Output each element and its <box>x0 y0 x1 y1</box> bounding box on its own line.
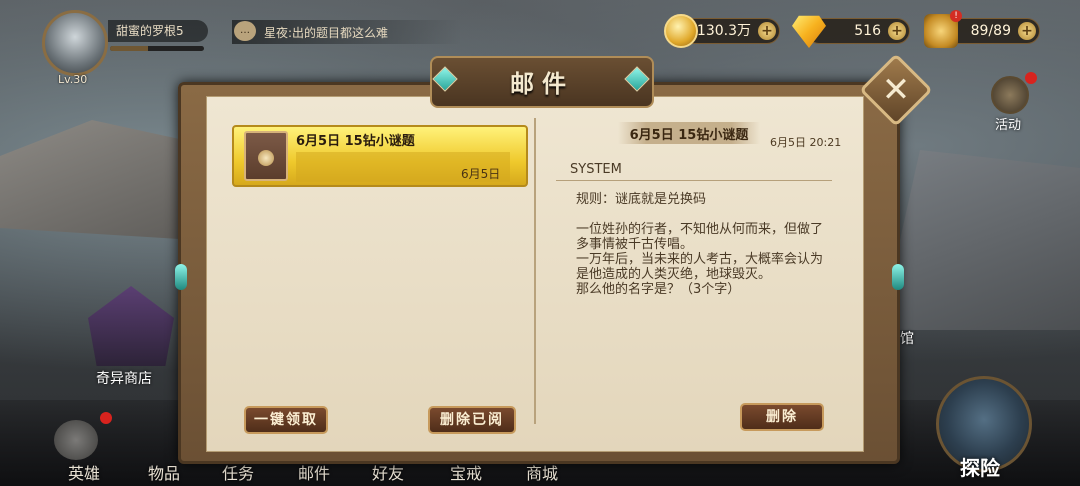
chat-bubble-icon[interactable]: … <box>234 21 256 41</box>
mail-body-line: 那么他的名字是？（3个字） <box>576 282 741 297</box>
notification-dot <box>100 412 112 424</box>
mail-item-title: 6月5日 15钻小谜题 <box>296 134 415 149</box>
mail-sender: SYSTEM <box>570 162 622 177</box>
dialog-title: 邮件 <box>510 70 574 98</box>
close-icon[interactable]: ✕ <box>870 64 922 116</box>
chat-message: 星夜:出的题目都这么难 <box>264 26 389 40</box>
player-level: Lv.30 <box>58 73 88 86</box>
building-label[interactable]: 馆 <box>900 328 914 348</box>
stamina-value: 89/89 <box>970 23 1011 39</box>
stamina-icon <box>924 10 962 48</box>
activity-icon <box>991 76 1029 114</box>
shop-label[interactable]: 奇异商店 <box>96 368 152 388</box>
delete-read-button[interactable]: 删除已阅 <box>428 406 516 434</box>
background-building <box>880 150 1080 330</box>
add-stamina-button[interactable]: + <box>1018 22 1036 40</box>
seal-icon <box>258 150 274 166</box>
mail-item-date: 6月5日 <box>461 167 501 181</box>
gem-ornament-icon <box>892 264 904 290</box>
activity-button[interactable]: 活动 <box>985 72 1037 133</box>
activity-label: 活动 <box>995 118 1022 133</box>
add-gold-button[interactable]: + <box>758 22 776 40</box>
add-diamond-button[interactable]: + <box>888 22 906 40</box>
divider <box>556 180 832 181</box>
nav-items[interactable]: 物品 <box>148 460 180 484</box>
notification-dot <box>1025 72 1037 84</box>
player-avatar[interactable] <box>42 10 108 76</box>
shop-building[interactable] <box>88 286 174 366</box>
delete-button[interactable]: 删除 <box>740 403 824 431</box>
exp-bar <box>110 46 204 51</box>
detail-title: 6月5日 15钻小谜题 <box>629 128 749 143</box>
claim-all-button[interactable]: 一键领取 <box>244 406 328 434</box>
gem-ornament-icon <box>175 264 187 290</box>
divider <box>534 118 536 424</box>
gold-value: 130.3万 <box>696 23 751 39</box>
hero-helmet-icon[interactable] <box>54 420 98 460</box>
explore-button[interactable]: 探险 <box>960 452 1000 481</box>
detail-time: 6月5日 20:21 <box>770 136 842 149</box>
gold-coin-icon <box>664 14 698 48</box>
mail-rule: 规则：谜底就是兑换码 <box>576 192 707 207</box>
nav-hero[interactable]: 英雄 <box>68 460 100 484</box>
diamond-value: 516 <box>854 23 881 39</box>
player-name: 甜蜜的罗根5 <box>108 20 208 42</box>
